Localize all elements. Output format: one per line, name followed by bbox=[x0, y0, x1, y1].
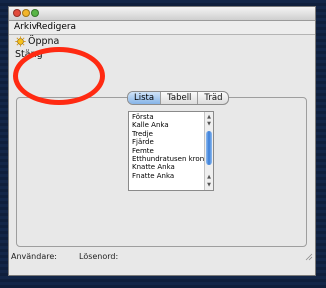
list-item[interactable]: Knatte Anka bbox=[132, 163, 206, 171]
menu-bar: Arkiv Redigera bbox=[9, 21, 315, 35]
scroll-up-arrow-icon[interactable]: ▲ bbox=[205, 173, 213, 181]
tab-lista[interactable]: Lista bbox=[128, 92, 161, 104]
status-bar: Användare: Lösenord: bbox=[9, 250, 315, 263]
title-bar[interactable] bbox=[9, 7, 315, 21]
menu-redigera[interactable]: Redigera bbox=[36, 21, 76, 34]
file-menu-dropdown: Öppna Stäng bbox=[14, 35, 59, 61]
resize-grip-icon[interactable] bbox=[304, 252, 313, 261]
list-item[interactable]: Kalle Anka bbox=[132, 121, 206, 129]
tab-bar: Lista Tabell Träd bbox=[127, 91, 230, 105]
menu-arkiv[interactable]: Arkiv bbox=[14, 21, 37, 34]
scroll-thumb[interactable] bbox=[206, 131, 212, 165]
list-item[interactable]: Fjärde bbox=[132, 138, 206, 146]
list-scrollbar[interactable]: ▲ ▼ ▲ ▼ bbox=[204, 112, 213, 190]
list-item[interactable]: Tredje bbox=[132, 130, 206, 138]
list-item[interactable]: Etthundratusen kronor bbox=[132, 155, 206, 163]
open-folder-icon bbox=[15, 36, 26, 47]
name-list[interactable]: Första Kalle Anka Tredje Fjärde Femte Et… bbox=[128, 111, 214, 191]
menu-item-open-label: Öppna bbox=[28, 36, 60, 47]
scroll-down-arrow-icon[interactable]: ▼ bbox=[205, 120, 213, 128]
minimize-window-button[interactable] bbox=[22, 9, 30, 17]
list-item[interactable]: Fnatte Anka bbox=[132, 172, 206, 180]
list-item[interactable]: Femte bbox=[132, 147, 206, 155]
list-item[interactable]: Första bbox=[132, 113, 206, 121]
password-label: Lösenord: bbox=[79, 252, 119, 261]
tab-trad[interactable]: Träd bbox=[197, 92, 228, 104]
user-label: Användare: bbox=[11, 252, 57, 261]
list-items: Första Kalle Anka Tredje Fjärde Femte Et… bbox=[132, 113, 206, 180]
app-window: Arkiv Redigera Öppna Stäng Lista Tabell … bbox=[8, 6, 316, 276]
zoom-window-button[interactable] bbox=[31, 9, 39, 17]
close-window-button[interactable] bbox=[13, 9, 21, 17]
menu-item-close-label: Stäng bbox=[15, 49, 43, 60]
scroll-down-arrow-icon[interactable]: ▼ bbox=[205, 181, 213, 189]
tab-tabell[interactable]: Tabell bbox=[160, 92, 197, 104]
menu-item-open[interactable]: Öppna bbox=[14, 35, 59, 48]
menu-item-close[interactable]: Stäng bbox=[14, 48, 59, 61]
